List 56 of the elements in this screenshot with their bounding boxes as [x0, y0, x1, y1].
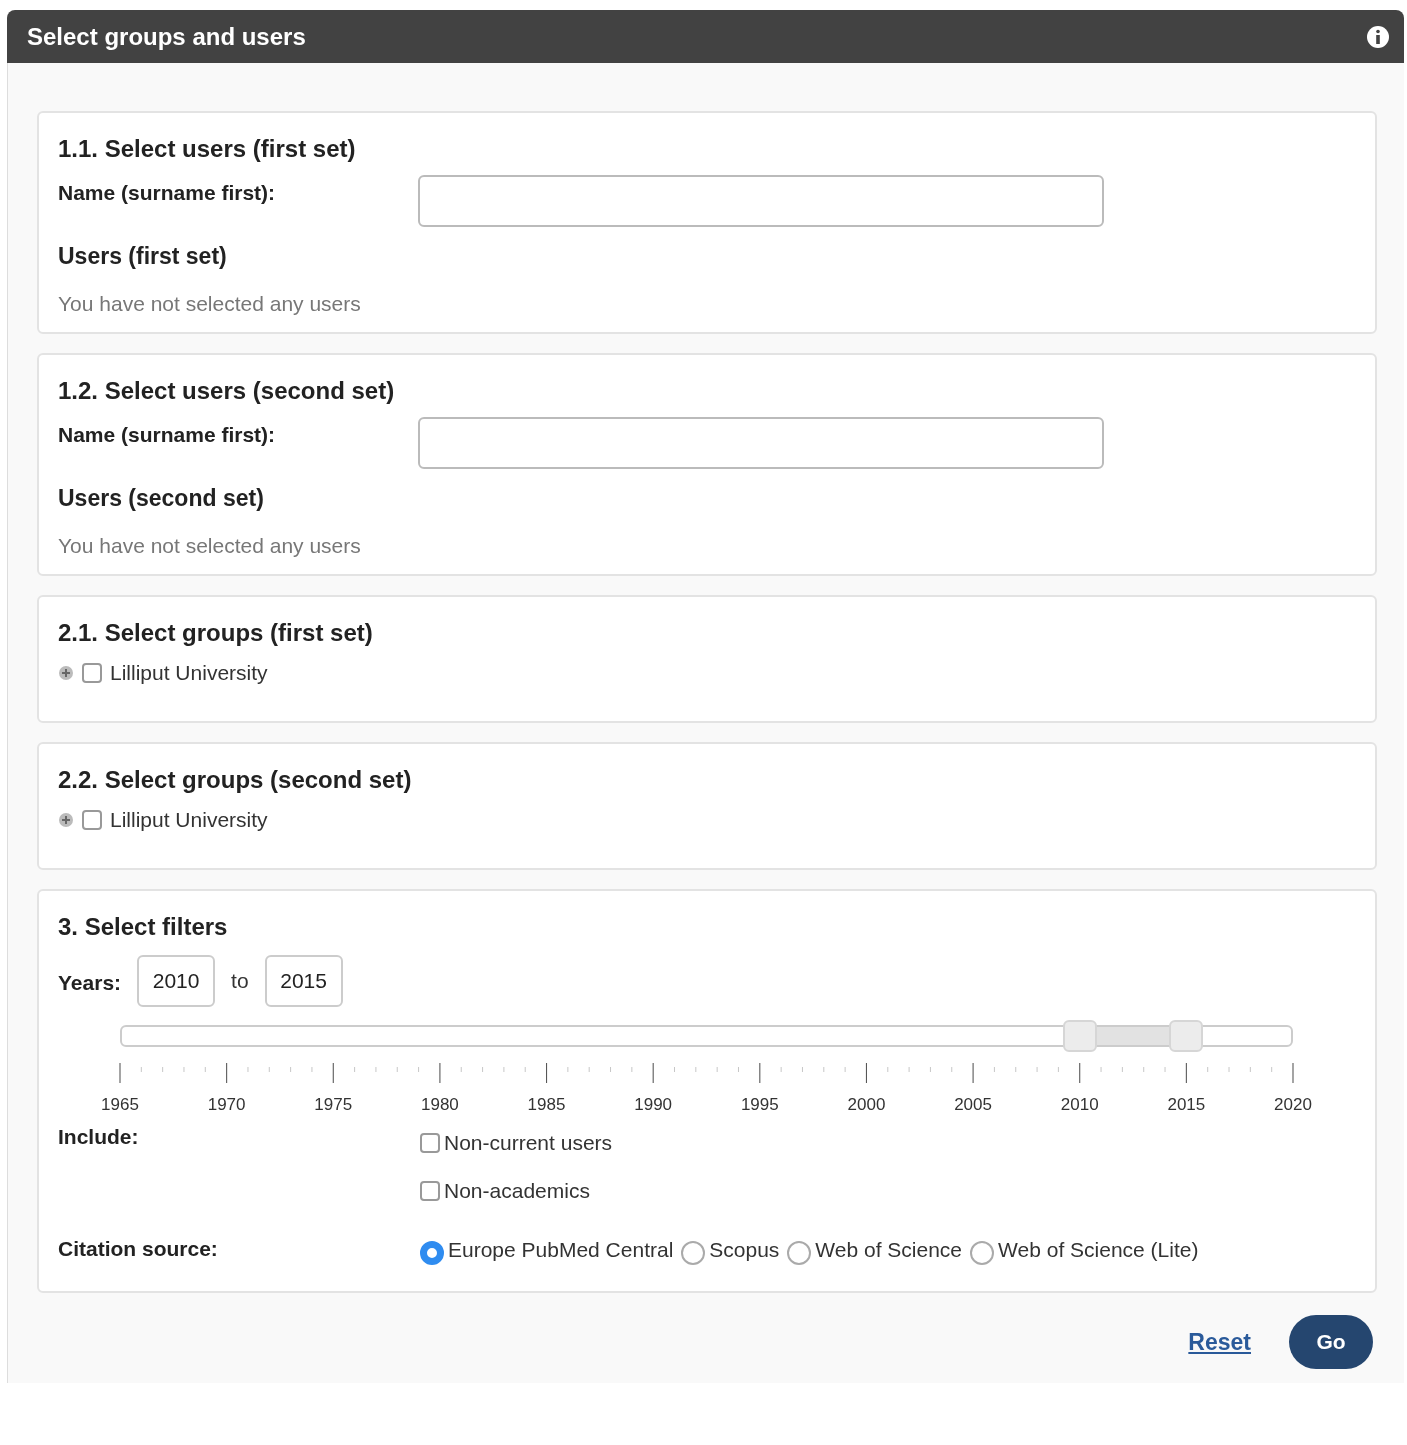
tick-label: 2000: [847, 1095, 886, 1115]
tick-label: 1990: [634, 1095, 673, 1115]
option-label: Scopus: [709, 1238, 780, 1262]
name-input[interactable]: [418, 417, 1104, 469]
range-separator: to: [231, 969, 249, 993]
checkbox[interactable]: [82, 663, 102, 683]
slider-track[interactable]: [120, 1019, 1293, 1053]
field-label: Years:: [58, 971, 122, 995]
tick-label: 2010: [1060, 1095, 1099, 1115]
option-label: Non-academics: [444, 1179, 590, 1203]
tick-label: 1980: [421, 1095, 459, 1115]
list-heading: Users (second set): [58, 485, 265, 512]
option-label: Non-current users: [444, 1131, 613, 1155]
radio-button[interactable]: [420, 1241, 444, 1265]
tick-label: 2005: [954, 1095, 992, 1115]
section-heading: 1.1. Select users (first set): [58, 135, 357, 163]
option-label: Web of Science (Lite): [998, 1238, 1199, 1262]
tick-label: 1985: [527, 1095, 566, 1115]
checkbox[interactable]: [82, 810, 102, 830]
tick-label: 1965: [101, 1095, 139, 1115]
expand-icon[interactable]: [58, 665, 74, 681]
tick-label: 2015: [1167, 1095, 1206, 1115]
radio-button[interactable]: [970, 1241, 995, 1265]
panel-title: Select groups and users: [27, 22, 306, 51]
go-button[interactable]: Go: [1289, 1315, 1373, 1369]
tick-label: 1995: [740, 1095, 779, 1115]
group-label: Lilliput University: [110, 808, 268, 832]
checkbox[interactable]: [420, 1133, 440, 1153]
year-to-input[interactable]: 2015: [264, 955, 343, 1007]
field-label: Name (surname first):: [58, 181, 277, 205]
tick-label: 1970: [207, 1095, 246, 1115]
section-heading: 1.2. Select users (second set): [58, 377, 396, 405]
field-label: Citation source:: [58, 1237, 219, 1262]
tick-label: 1975: [314, 1095, 353, 1115]
section-heading: 2.2. Select groups (second set): [58, 766, 413, 794]
info-icon[interactable]: [1366, 24, 1390, 49]
field-label: Include:: [58, 1125, 140, 1150]
slider-handle[interactable]: [1062, 1020, 1097, 1052]
year-from-input[interactable]: 2010: [137, 955, 216, 1007]
list-heading: Users (first set): [58, 243, 228, 270]
option-label: Europe PubMed Central: [448, 1238, 674, 1262]
tick-label: 2020: [1274, 1095, 1312, 1115]
section-heading: 2.1. Select groups (first set): [58, 619, 374, 647]
group-label: Lilliput University: [110, 661, 268, 685]
empty-message: You have not selected any users: [58, 534, 362, 558]
field-label: Name (surname first):: [58, 423, 277, 447]
option-label: Web of Science: [815, 1238, 963, 1262]
radio-button[interactable]: [787, 1241, 812, 1265]
name-input[interactable]: [418, 175, 1104, 227]
radio-button[interactable]: [681, 1241, 706, 1265]
empty-message: You have not selected any users: [58, 292, 362, 316]
section-heading: 3. Select filters: [58, 913, 229, 941]
checkbox[interactable]: [420, 1181, 440, 1201]
slider-handle[interactable]: [1169, 1020, 1204, 1052]
reset-link[interactable]: Reset: [1188, 1328, 1251, 1356]
expand-icon[interactable]: [58, 812, 74, 828]
